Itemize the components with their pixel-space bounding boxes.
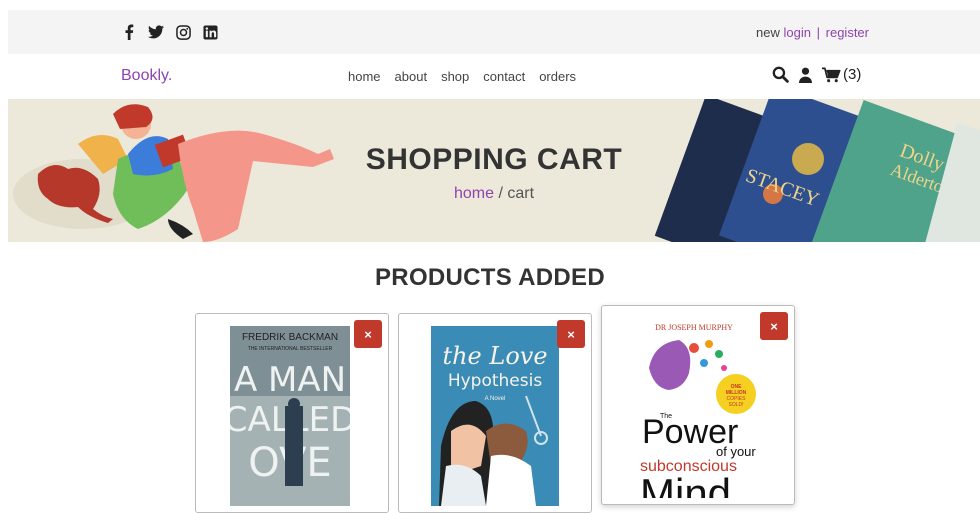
cart-product-card: FREDRIK BACKMAN THE INTERNATIONAL BESTSE…: [195, 313, 389, 513]
breadcrumb-home[interactable]: home: [454, 185, 494, 202]
products-added-title: PRODUCTS ADDED: [375, 264, 605, 291]
logo[interactable]: Bookly.: [121, 67, 172, 85]
nav-home[interactable]: home: [348, 69, 381, 84]
cart-button[interactable]: (3): [822, 66, 861, 83]
breadcrumb: home / cart: [8, 185, 980, 203]
cart-product-card: DR JOSEPH MURPHY ONE MILLION COPIES SOLD…: [601, 305, 795, 505]
svg-text:Mind: Mind: [640, 470, 731, 498]
nav-shop[interactable]: shop: [441, 69, 469, 84]
svg-text:THE INTERNATIONAL BESTSELLER: THE INTERNATIONAL BESTSELLER: [248, 346, 333, 352]
svg-text:Hypothesis: Hypothesis: [448, 371, 543, 391]
social-links: [121, 24, 218, 40]
top-bar: new login | register: [8, 10, 980, 54]
twitter-icon[interactable]: [148, 24, 164, 40]
svg-text:SOLD!: SOLD!: [728, 402, 743, 408]
remove-item-button[interactable]: ×: [557, 320, 585, 348]
new-text: new: [756, 25, 780, 40]
search-icon[interactable]: [772, 66, 789, 83]
svg-text:A Novel: A Novel: [485, 396, 506, 402]
auth-separator: |: [816, 25, 821, 40]
user-icon[interactable]: [798, 67, 813, 83]
cart-icon: [822, 66, 841, 83]
svg-text:of your: of your: [716, 444, 756, 459]
book-cover-image: the Love Hypothesis A Novel: [431, 326, 559, 506]
cart-product-card: the Love Hypothesis A Novel ×: [398, 313, 592, 513]
remove-item-button[interactable]: ×: [760, 312, 788, 340]
hero-banner: STACEY Dolly Alderton SHOPPING CART home…: [8, 99, 980, 242]
nav-about[interactable]: about: [395, 69, 428, 84]
book-cover-image: DR JOSEPH MURPHY ONE MILLION COPIES SOLD…: [634, 318, 764, 498]
remove-item-button[interactable]: ×: [354, 320, 382, 348]
book-cover-image: FREDRIK BACKMAN THE INTERNATIONAL BESTSE…: [230, 326, 350, 506]
main-header: Bookly. home about shop contact orders (…: [8, 54, 980, 99]
svg-text:The: The: [660, 413, 672, 420]
nav-contact[interactable]: contact: [483, 69, 525, 84]
page-title: SHOPPING CART: [365, 143, 623, 176]
linkedin-icon[interactable]: [202, 24, 218, 40]
register-link[interactable]: register: [826, 25, 869, 40]
svg-text:A MAN: A MAN: [234, 360, 346, 400]
auth-links: new login | register: [756, 25, 869, 40]
login-link[interactable]: login: [784, 25, 811, 40]
svg-text:the Love: the Love: [442, 342, 547, 370]
svg-text:DR JOSEPH MURPHY: DR JOSEPH MURPHY: [655, 323, 733, 332]
cart-count: (3): [843, 66, 862, 83]
facebook-icon[interactable]: [121, 24, 137, 40]
breadcrumb-current: / cart: [498, 185, 535, 202]
instagram-icon[interactable]: [175, 24, 191, 40]
header-icons: (3): [772, 66, 861, 83]
svg-text:FREDRIK BACKMAN: FREDRIK BACKMAN: [242, 332, 338, 343]
nav-orders[interactable]: orders: [539, 69, 576, 84]
main-nav: home about shop contact orders: [348, 69, 576, 84]
